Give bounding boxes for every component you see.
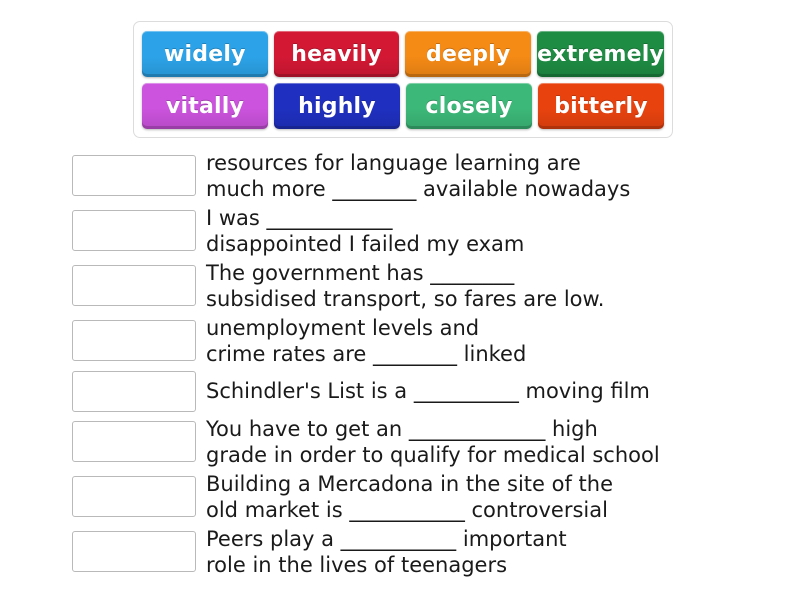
word-tile-widely[interactable]: widely: [142, 31, 268, 77]
question-list: resources for language learning are much…: [0, 148, 800, 579]
question-text: Peers play a ___________ important role …: [206, 526, 567, 577]
word-tile-highly[interactable]: highly: [274, 83, 400, 129]
answer-drop-box-8[interactable]: [72, 531, 196, 572]
word-tile-vitally[interactable]: vitally: [142, 83, 268, 129]
answer-drop-box-4[interactable]: [72, 320, 196, 361]
word-tile-closely[interactable]: closely: [406, 83, 532, 129]
answer-drop-box-1[interactable]: [72, 155, 196, 196]
question-row: resources for language learning are much…: [0, 148, 800, 203]
question-text: I was ____________ disappointed I failed…: [206, 205, 525, 256]
answer-drop-box-7[interactable]: [72, 476, 196, 517]
word-bank-row: vitally highly closely bitterly: [139, 80, 667, 132]
question-text: Building a Mercadona in the site of the …: [206, 471, 614, 522]
question-row: I was ____________ disappointed I failed…: [0, 203, 800, 258]
answer-drop-box-2[interactable]: [72, 210, 196, 251]
answer-drop-box-6[interactable]: [72, 421, 196, 462]
question-text: resources for language learning are much…: [206, 150, 631, 201]
word-tile-bitterly[interactable]: bitterly: [538, 83, 664, 129]
word-bank-row: widely heavily deeply extremely: [139, 28, 667, 80]
question-row: You have to get an _____________ high gr…: [0, 414, 800, 469]
answer-drop-box-3[interactable]: [72, 265, 196, 306]
word-tile-heavily[interactable]: heavily: [273, 31, 400, 77]
question-row: Schindler's List is a __________ moving …: [0, 368, 800, 414]
question-text: The government has ________ subsidised t…: [206, 260, 605, 311]
question-row: Peers play a ___________ important role …: [0, 524, 800, 579]
question-row: unemployment levels and crime rates are …: [0, 313, 800, 368]
question-text: Schindler's List is a __________ moving …: [206, 379, 650, 403]
question-text: unemployment levels and crime rates are …: [206, 315, 527, 366]
question-row: The government has ________ subsidised t…: [0, 258, 800, 313]
word-bank: widely heavily deeply extremely vitally highl…: [133, 21, 673, 138]
answer-drop-box-5[interactable]: [72, 370, 196, 412]
word-tile-deeply[interactable]: deeply: [405, 31, 532, 77]
question-row: Building a Mercadona in the site of the …: [0, 469, 800, 524]
question-text: You have to get an _____________ high gr…: [206, 416, 660, 467]
word-tile-extremely[interactable]: extremely: [537, 31, 664, 77]
